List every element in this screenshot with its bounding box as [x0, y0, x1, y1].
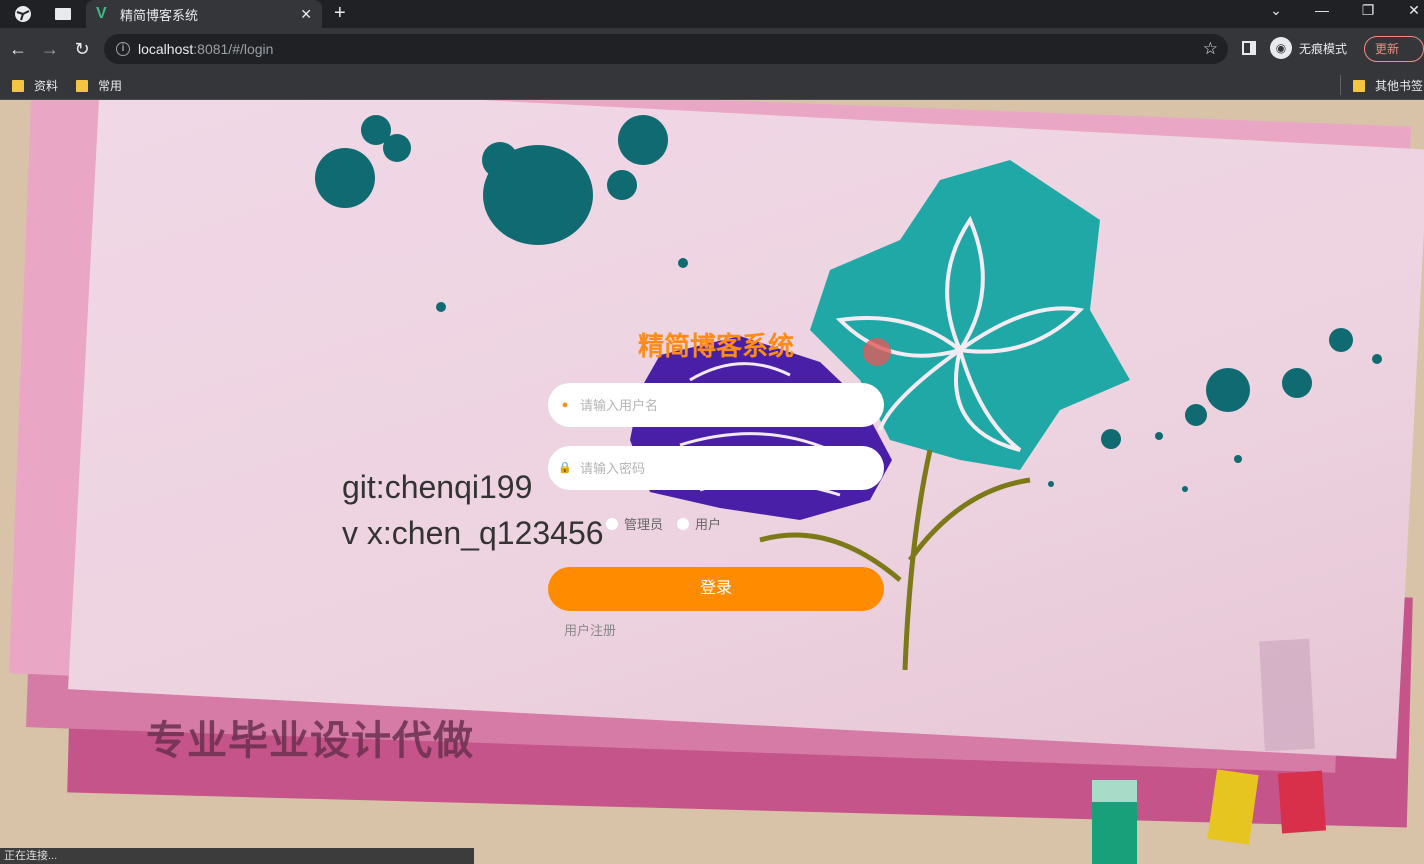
folder-icon [1353, 79, 1365, 92]
folder-icon [12, 79, 24, 92]
browser-toolbar: ← → ↻ i localhost:8081/#/login ☆ ◉ 无痕模式 … [0, 28, 1424, 70]
folder-icon [76, 79, 88, 92]
minimize-icon[interactable]: — [1302, 2, 1342, 18]
bookmark-folder-ziliao[interactable]: 资料 [12, 77, 58, 94]
role-selector: 管理员 用户 [548, 514, 735, 533]
password-field[interactable]: 🔒 [548, 446, 884, 490]
role-option-admin[interactable]: 管理员 [606, 514, 663, 533]
incognito-indicator[interactable]: ◉ 无痕模式 [1270, 37, 1347, 59]
username-input[interactable] [580, 397, 860, 413]
url-path: :8081/#/login [193, 41, 274, 57]
browser-logo-icon[interactable] [12, 4, 34, 24]
restore-icon[interactable]: ❐ [1348, 2, 1388, 19]
close-window-icon[interactable]: ✕ [1394, 2, 1424, 19]
register-link[interactable]: 用户注册 [564, 620, 616, 639]
bookmark-label: 资料 [34, 79, 59, 93]
login-button[interactable]: 登录 [548, 567, 884, 611]
bookmarks-bar: 资料 常用 其他书签 [0, 70, 1424, 100]
back-icon[interactable]: ← [6, 37, 30, 61]
bookmarks-divider [1340, 75, 1341, 95]
radio-user[interactable] [677, 517, 690, 530]
tab-strip: V 精简博客系统 ✕ + ⌄ — ❐ ✕ [0, 0, 1424, 28]
user-icon: ● [561, 399, 569, 411]
active-tab[interactable]: V 精简博客系统 ✕ [86, 0, 322, 28]
lock-icon: 🔒 [558, 462, 572, 474]
bookmark-label: 常用 [98, 79, 123, 93]
incognito-label: 无痕模式 [1299, 41, 1348, 56]
tab-title: 精简博客系统 [120, 7, 199, 23]
url-host: localhost [138, 41, 194, 57]
side-panel-icon[interactable] [1242, 41, 1256, 55]
password-input[interactable] [580, 460, 860, 476]
site-info-icon[interactable]: i [116, 42, 130, 56]
vue-favicon-icon: V [96, 5, 107, 22]
update-button[interactable]: 更新 [1364, 36, 1424, 62]
incognito-icon: ◉ [1270, 37, 1292, 59]
reload-icon[interactable]: ↻ [70, 37, 94, 61]
address-bar[interactable]: i localhost:8081/#/login ☆ [104, 34, 1228, 64]
other-bookmarks[interactable]: 其他书签 [1353, 77, 1423, 94]
other-bookmarks-label: 其他书签 [1375, 79, 1424, 93]
login-title: 精简博客系统 [637, 331, 794, 361]
bookmark-star-icon[interactable]: ☆ [1203, 39, 1218, 59]
role-label: 用户 [695, 517, 722, 532]
username-field[interactable]: ● [548, 383, 884, 427]
tab-dropdown-icon[interactable]: ⌄ [1256, 2, 1296, 19]
role-option-user[interactable]: 用户 [677, 514, 721, 533]
close-tab-icon[interactable]: ✕ [300, 6, 312, 23]
background-banner-text: 专业毕业设计代做 [146, 719, 474, 763]
status-bar: 正在连接... [0, 848, 474, 864]
bookmark-folder-changyong[interactable]: 常用 [76, 77, 122, 94]
login-page: 专业毕业设计代做 git:chenqi199 v x:chen_q123456 … [0, 100, 1424, 864]
role-label: 管理员 [624, 517, 664, 532]
radio-admin[interactable] [606, 517, 618, 530]
forward-icon[interactable]: → [38, 37, 62, 61]
new-tab-icon[interactable]: + [334, 2, 346, 25]
tab-search-icon[interactable] [52, 4, 74, 24]
